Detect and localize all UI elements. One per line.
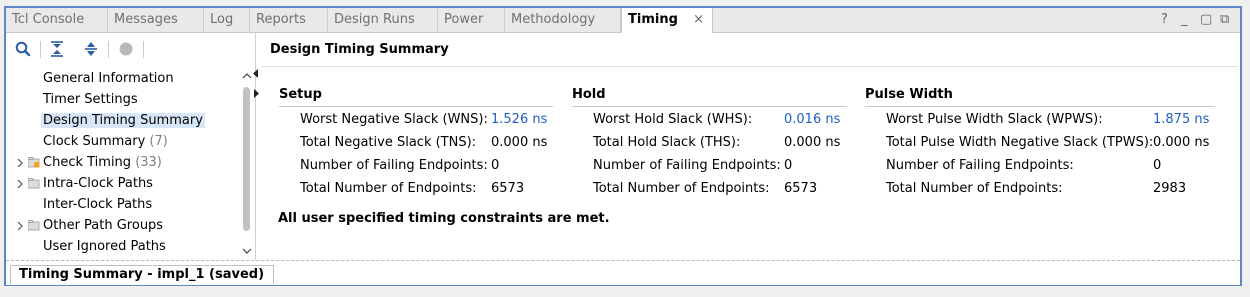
help-icon[interactable]: ? — [1161, 8, 1168, 32]
tree-item-check-timing[interactable]: Check Timing (33) — [43, 153, 162, 173]
tree-item-label: Intra-Clock Paths — [43, 176, 153, 191]
wns-link[interactable]: 1.526 ns — [491, 110, 547, 130]
metric-label: Number of Failing Endpoints: — [593, 158, 781, 173]
tab-bar: Tcl Console Messages Log Reports Design … — [6, 8, 1240, 33]
tab-label: Log — [210, 12, 234, 27]
tab-design-runs[interactable]: Design Runs — [328, 8, 438, 32]
metric-value: 0 — [491, 158, 500, 173]
metric-label: Worst Hold Slack (WHS): — [593, 112, 753, 127]
report-tree-panel: General Information Timer Settings Desig… — [6, 33, 259, 261]
metric-value: 0.000 ns — [784, 135, 841, 150]
tab-label: Timing — [628, 12, 678, 27]
tab-methodology[interactable]: Methodology — [505, 8, 621, 32]
tree-toolbar — [6, 33, 254, 65]
tree-item-timer-settings[interactable]: Timer Settings — [43, 90, 138, 110]
tree-item-label: Other Path Groups — [43, 218, 164, 233]
folder-icon — [28, 178, 40, 189]
minimize-icon[interactable]: _ — [1181, 8, 1188, 32]
metric-value: 0 — [1153, 158, 1162, 173]
tab-label: Power — [444, 12, 484, 27]
scroll-down-icon[interactable] — [242, 246, 252, 256]
metric-value: 0.000 ns — [491, 135, 548, 150]
setup-section: Setup Worst Negative Slack (WNS): 1.526 … — [279, 87, 553, 196]
tree-item-label: Design Timing Summary — [41, 113, 205, 128]
tree-item-clock-summary[interactable]: Clock Summary (7) — [43, 132, 168, 152]
float-icon[interactable]: ⧉ — [1220, 8, 1229, 32]
tree-item-count: (33) — [135, 155, 162, 170]
timing-window: Tcl Console Messages Log Reports Design … — [4, 6, 1242, 286]
bottom-tab-bar: Timing Summary - impl_1 (saved) — [6, 260, 1240, 285]
tree-scrollbar[interactable] — [242, 69, 252, 259]
timing-summary-content: Design Timing Summary Setup Worst Negati… — [262, 33, 1238, 261]
page-title: Design Timing Summary — [270, 42, 449, 57]
metric-value: 6573 — [784, 181, 818, 196]
tree-item-intra-clock-paths[interactable]: Intra-Clock Paths — [43, 174, 153, 194]
close-icon[interactable]: × — [693, 8, 704, 32]
toolbar-separator — [143, 41, 144, 58]
toolbar-separator — [108, 41, 109, 58]
metric-label: Total Hold Slack (THS): — [593, 135, 741, 150]
splitter-toggle-icon[interactable] — [252, 69, 260, 99]
record-icon[interactable] — [117, 40, 135, 58]
whs-link[interactable]: 0.016 ns — [784, 110, 840, 130]
tree-item-label: Check Timing — [43, 155, 132, 170]
tab-label: Reports — [256, 12, 306, 27]
warning-folder-icon — [28, 157, 40, 168]
tab-label: Tcl Console — [12, 12, 85, 27]
timing-summary-tab[interactable]: Timing Summary - impl_1 (saved) — [10, 265, 274, 284]
metric-label: Total Number of Endpoints: — [886, 181, 1063, 196]
tree-item-label: Inter-Clock Paths — [43, 197, 153, 212]
tree-item-design-timing-summary[interactable]: Design Timing Summary — [41, 111, 205, 131]
constraints-met-message: All user specified timing constraints ar… — [278, 211, 610, 226]
tab-tcl-console[interactable]: Tcl Console — [6, 8, 108, 32]
tree-item-inter-clock-paths[interactable]: Inter-Clock Paths — [43, 195, 152, 215]
section-title: Setup — [279, 87, 553, 107]
tab-label: Messages — [114, 12, 178, 27]
metric-label: Worst Negative Slack (WNS): — [300, 112, 488, 127]
metric-value: 0.000 ns — [1153, 135, 1210, 150]
expand-arrow-icon[interactable] — [16, 180, 24, 188]
metric-value: 2983 — [1153, 181, 1187, 196]
tab-label: Methodology — [511, 12, 596, 27]
folder-icon — [28, 220, 40, 231]
tree-item-label: General Information — [43, 71, 174, 86]
metric-label: Number of Failing Endpoints: — [886, 158, 1074, 173]
metric-label: Worst Pulse Width Slack (WPWS): — [886, 112, 1103, 127]
expand-all-icon[interactable] — [82, 40, 100, 58]
metric-label: Total Number of Endpoints: — [593, 181, 770, 196]
pulse-width-section: Pulse Width Worst Pulse Width Slack (WPW… — [865, 87, 1215, 196]
tab-reports[interactable]: Reports — [250, 8, 328, 32]
wpws-link[interactable]: 1.875 ns — [1153, 110, 1209, 130]
divider — [262, 66, 1238, 67]
scrollbar-thumb[interactable] — [243, 87, 250, 231]
metric-label: Total Pulse Width Negative Slack (TPWS): — [886, 135, 1154, 150]
tab-log[interactable]: Log — [204, 8, 250, 32]
expand-arrow-icon[interactable] — [16, 222, 24, 230]
metric-value: 6573 — [491, 181, 525, 196]
metric-label: Total Negative Slack (TNS): — [300, 135, 477, 150]
collapse-all-icon[interactable] — [48, 40, 66, 58]
tree-item-general-information[interactable]: General Information — [43, 69, 174, 89]
tree-item-label: Clock Summary — [43, 134, 146, 149]
tab-timing[interactable]: Timing × — [621, 8, 713, 33]
scroll-up-icon[interactable] — [242, 71, 252, 81]
search-icon[interactable] — [14, 40, 32, 58]
tree-item-count: (7) — [149, 134, 168, 149]
section-title: Pulse Width — [865, 87, 1215, 107]
section-title: Hold — [572, 87, 847, 107]
tab-messages[interactable]: Messages — [108, 8, 204, 32]
hold-section: Hold Worst Hold Slack (WHS): 0.016 ns To… — [572, 87, 847, 196]
metric-label: Number of Failing Endpoints: — [300, 158, 488, 173]
restore-icon[interactable]: ▢ — [1200, 8, 1212, 32]
tree-item-other-path-groups[interactable]: Other Path Groups — [43, 216, 163, 236]
tree-item-label: Timer Settings — [43, 92, 138, 107]
metric-label: Total Number of Endpoints: — [300, 181, 477, 196]
metric-value: 0 — [784, 158, 793, 173]
tab-label: Design Runs — [334, 12, 415, 27]
tab-power[interactable]: Power — [438, 8, 505, 32]
expand-arrow-icon[interactable] — [16, 159, 24, 167]
tree-item-label: User Ignored Paths — [43, 239, 166, 254]
toolbar-separator — [40, 41, 41, 58]
tree-item-user-ignored-paths[interactable]: User Ignored Paths — [43, 237, 166, 257]
